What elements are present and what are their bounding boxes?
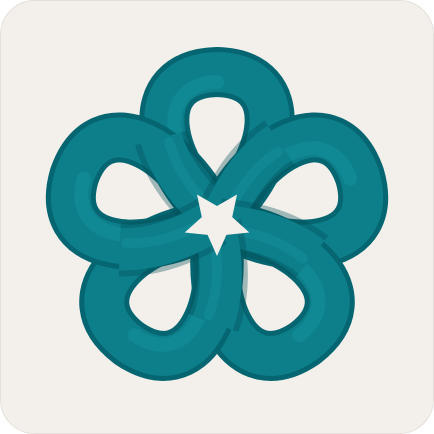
app-icon[interactable] — [0, 0, 434, 434]
knot-logo-icon — [0, 0, 434, 434]
